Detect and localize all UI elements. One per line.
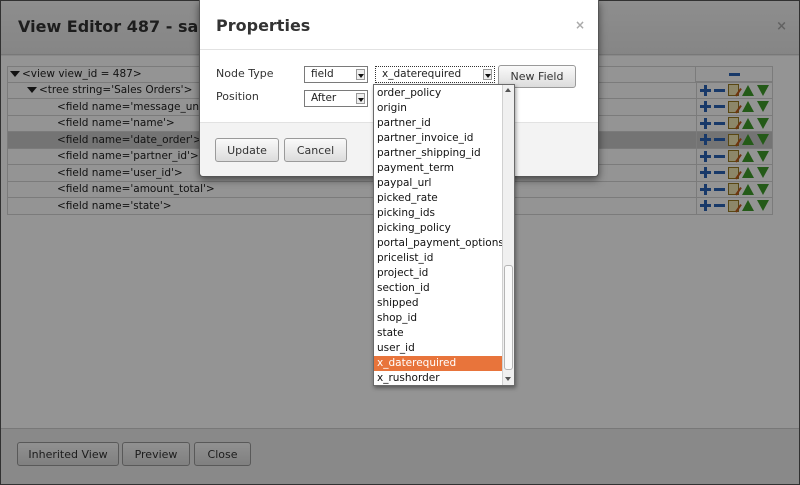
scrollbar-thumb[interactable] [504, 265, 513, 370]
dropdown-options: order_policy origin partner_id partner_invo… [374, 86, 502, 385]
dropdown-option[interactable]: state [374, 326, 502, 341]
dropdown-option[interactable]: picking_ids [374, 206, 502, 221]
node-type-select[interactable]: field [304, 66, 368, 83]
dropdown-option[interactable]: order_policy [374, 86, 502, 101]
dropdown-option[interactable]: picked_rate [374, 191, 502, 206]
dropdown-option[interactable]: shop_id [374, 311, 502, 326]
dropdown-scrollbar[interactable] [502, 85, 514, 385]
dropdown-option[interactable]: origin [374, 101, 502, 116]
node-type-value: field [311, 68, 334, 80]
update-button[interactable]: Update [215, 138, 279, 162]
cancel-button[interactable]: Cancel [284, 138, 347, 162]
field-select[interactable]: x_daterequired [375, 66, 495, 83]
dropdown-option[interactable]: partner_shipping_id [374, 146, 502, 161]
dropdown-option[interactable]: pricelist_id [374, 251, 502, 266]
position-value: After [311, 92, 337, 104]
scroll-down-icon[interactable] [505, 377, 511, 381]
dropdown-option[interactable]: x_rushorder [374, 371, 502, 385]
dropdown-option[interactable]: paypal_url [374, 176, 502, 191]
field-select-value: x_daterequired [382, 68, 462, 80]
node-type-label: Node Type [216, 67, 274, 80]
dropdown-arrow-icon [356, 93, 365, 104]
dialog-header: Properties × [200, 0, 598, 50]
dropdown-option[interactable]: section_id [374, 281, 502, 296]
dropdown-option[interactable]: user_id [374, 341, 502, 356]
dropdown-arrow-icon [356, 69, 365, 80]
position-select[interactable]: After [304, 90, 368, 107]
dropdown-option[interactable]: x_daterequired [374, 356, 502, 371]
scroll-up-icon[interactable] [505, 88, 511, 92]
dialog-close-icon[interactable]: × [575, 18, 585, 32]
dialog-title: Properties [216, 16, 311, 35]
dropdown-option[interactable]: payment_term [374, 161, 502, 176]
dropdown-option[interactable]: picking_policy [374, 221, 502, 236]
dropdown-option[interactable]: partner_id [374, 116, 502, 131]
dropdown-option[interactable]: project_id [374, 266, 502, 281]
dropdown-option[interactable]: shipped [374, 296, 502, 311]
dropdown-arrow-icon [483, 69, 492, 80]
field-dropdown-list: order_policy origin partner_id partner_invo… [373, 84, 515, 386]
dropdown-option[interactable]: portal_payment_options [374, 236, 502, 251]
dropdown-option[interactable]: partner_invoice_id [374, 131, 502, 146]
position-label: Position [216, 90, 259, 103]
